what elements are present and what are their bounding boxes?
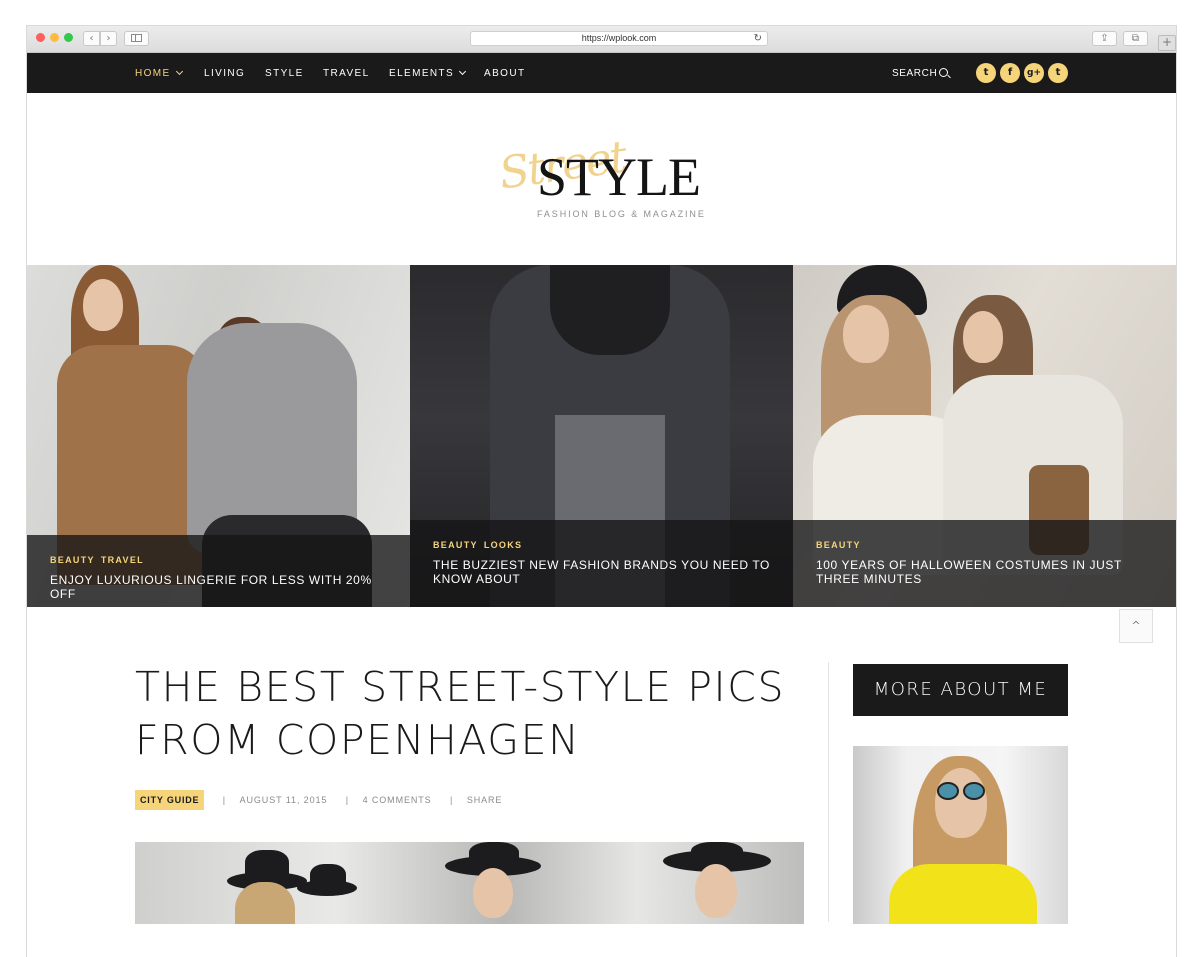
sidebar-toggle-button[interactable] <box>124 31 149 46</box>
category-link[interactable]: BEAUTY <box>50 555 95 565</box>
search-icon[interactable] <box>939 68 948 77</box>
card-title[interactable]: 100 YEARS OF HALLOWEEN COSTUMES IN JUST … <box>816 558 1156 586</box>
card-title[interactable]: THE BUZZIEST NEW FASHION BRANDS YOU NEED… <box>433 558 773 586</box>
nav-item-travel[interactable]: TRAVEL <box>323 68 370 79</box>
chevron-down-icon <box>175 67 183 76</box>
card-caption: BEAUTY TRAVEL ENJOY LUXURIOUS LINGERIE FO… <box>27 535 410 607</box>
sidebar-icon <box>131 34 142 42</box>
card-categories: BEAUTY TRAVEL <box>50 555 144 565</box>
article-meta: CITY GUIDE | AUGUST 11, 2015 | 4 COMMENT… <box>135 790 502 810</box>
face-shape <box>83 279 123 331</box>
content-divider <box>828 662 829 922</box>
browser-toolbar: ‹ › https://wplook.com ↻ ⇪ ⧉ + <box>27 26 1176 53</box>
site-logo[interactable]: Street STYLE FASHION BLOG & MAGAZINE <box>496 131 707 226</box>
meta-separator: | <box>222 795 226 805</box>
plus-icon: + <box>1161 35 1173 49</box>
featured-post-card[interactable]: BEAUTY LOOKS THE BUZZIEST NEW FASHION BRA… <box>410 265 793 607</box>
show-tabs-button[interactable]: ⧉ <box>1123 31 1148 46</box>
hat-crown-shape <box>469 842 519 868</box>
scarf-shape <box>550 265 670 355</box>
nav-item-label: HOME <box>135 68 171 79</box>
card-title[interactable]: ENJOY LUXURIOUS LINGERIE FOR LESS WITH 2… <box>50 573 390 601</box>
sunglasses-lens-shape <box>963 782 985 800</box>
hat-crown-shape <box>245 850 289 880</box>
chevron-left-icon: ‹ <box>89 33 94 44</box>
chevron-up-icon: ^ <box>1131 619 1141 632</box>
zoom-window-button[interactable] <box>64 33 73 42</box>
card-categories: BEAUTY <box>816 540 861 550</box>
face-shape <box>935 768 987 838</box>
nav-item-home[interactable]: HOME <box>135 67 183 79</box>
chevron-right-icon: › <box>106 33 111 44</box>
hair-shape <box>235 882 295 924</box>
category-badge[interactable]: CITY GUIDE <box>135 790 205 810</box>
tumblr-icon[interactable]: t <box>1048 63 1068 83</box>
facebook-icon[interactable]: f <box>1000 63 1020 83</box>
category-link[interactable]: BEAUTY <box>433 540 478 550</box>
face-shape <box>843 305 889 363</box>
logo-wordmark: STYLE <box>537 147 701 207</box>
about-me-widget-title: MORE ABOUT ME <box>853 664 1068 716</box>
back-button[interactable]: ‹ <box>83 31 100 46</box>
scroll-to-top-button[interactable]: ^ <box>1119 609 1153 643</box>
post-date: AUGUST 11, 2015 <box>239 795 328 805</box>
new-tab-button[interactable]: + <box>1158 35 1176 51</box>
article-title[interactable]: THE BEST STREET-STYLE PICS FROM COPENHAG… <box>135 661 795 767</box>
nav-item-label: TRAVEL <box>323 68 370 79</box>
article-featured-image[interactable] <box>135 842 804 924</box>
share-icon: ⇪ <box>1100 33 1109 44</box>
category-link[interactable]: TRAVEL <box>101 555 144 565</box>
sunglasses-lens-shape <box>937 782 959 800</box>
face-shape <box>473 868 513 918</box>
card-caption: BEAUTY LOOKS THE BUZZIEST NEW FASHION BRA… <box>410 520 793 607</box>
hat-crown-shape <box>691 842 743 864</box>
comments-link[interactable]: 4 COMMENTS <box>363 790 432 810</box>
nav-item-elements[interactable]: ELEMENTS <box>389 67 467 79</box>
card-caption: BEAUTY 100 YEARS OF HALLOWEEN COSTUMES I… <box>793 520 1176 607</box>
logo-tagline: FASHION BLOG & MAGAZINE <box>537 209 706 219</box>
tabs-icon: ⧉ <box>1131 33 1140 44</box>
category-link[interactable]: LOOKS <box>484 540 523 550</box>
category-link[interactable]: BEAUTY <box>816 540 861 550</box>
google-plus-icon[interactable]: g+ <box>1024 63 1044 83</box>
share-link[interactable]: SHARE <box>467 790 503 810</box>
article-title-line: THE BEST STREET-STYLE PICS <box>135 663 786 711</box>
twitter-icon[interactable]: t <box>976 63 996 83</box>
face-shape <box>695 864 737 918</box>
meta-separator: | <box>345 795 349 805</box>
share-button[interactable]: ⇪ <box>1092 31 1117 46</box>
yellow-top-shape <box>889 864 1037 924</box>
search-link[interactable]: SEARCH <box>892 68 937 79</box>
meta-separator: | <box>450 795 453 805</box>
reload-icon[interactable]: ↻ <box>754 32 762 45</box>
address-bar[interactable]: https://wplook.com ↻ <box>470 31 768 46</box>
nav-item-style[interactable]: STYLE <box>265 68 304 79</box>
close-window-button[interactable] <box>36 33 45 42</box>
featured-post-card[interactable]: BEAUTY 100 YEARS OF HALLOWEEN COSTUMES I… <box>793 265 1176 607</box>
nav-item-living[interactable]: LIVING <box>204 68 245 79</box>
nav-item-label: LIVING <box>204 68 246 79</box>
article-title-line: FROM COPENHAGEN <box>135 716 581 764</box>
featured-post-card[interactable]: BEAUTY TRAVEL ENJOY LUXURIOUS LINGERIE FO… <box>27 265 410 607</box>
url-text: https://wplook.com <box>581 33 657 43</box>
nav-item-about[interactable]: ABOUT <box>484 68 525 79</box>
face-shape <box>963 311 1003 363</box>
forward-button[interactable]: › <box>100 31 117 46</box>
hat-crown-shape <box>310 864 346 890</box>
nav-item-label: STYLE <box>265 68 304 79</box>
about-me-photo <box>853 746 1068 924</box>
browser-window: ‹ › https://wplook.com ↻ ⇪ ⧉ + HOME LIVI… <box>27 26 1176 957</box>
nav-item-label: ELEMENTS <box>389 68 455 79</box>
main-navigation: HOME LIVING STYLE TRAVEL ELEMENTS ABOUT … <box>27 53 1176 93</box>
minimize-window-button[interactable] <box>50 33 59 42</box>
nav-item-label: ABOUT <box>484 68 526 79</box>
card-categories: BEAUTY LOOKS <box>433 540 522 550</box>
chevron-down-icon <box>459 67 467 76</box>
